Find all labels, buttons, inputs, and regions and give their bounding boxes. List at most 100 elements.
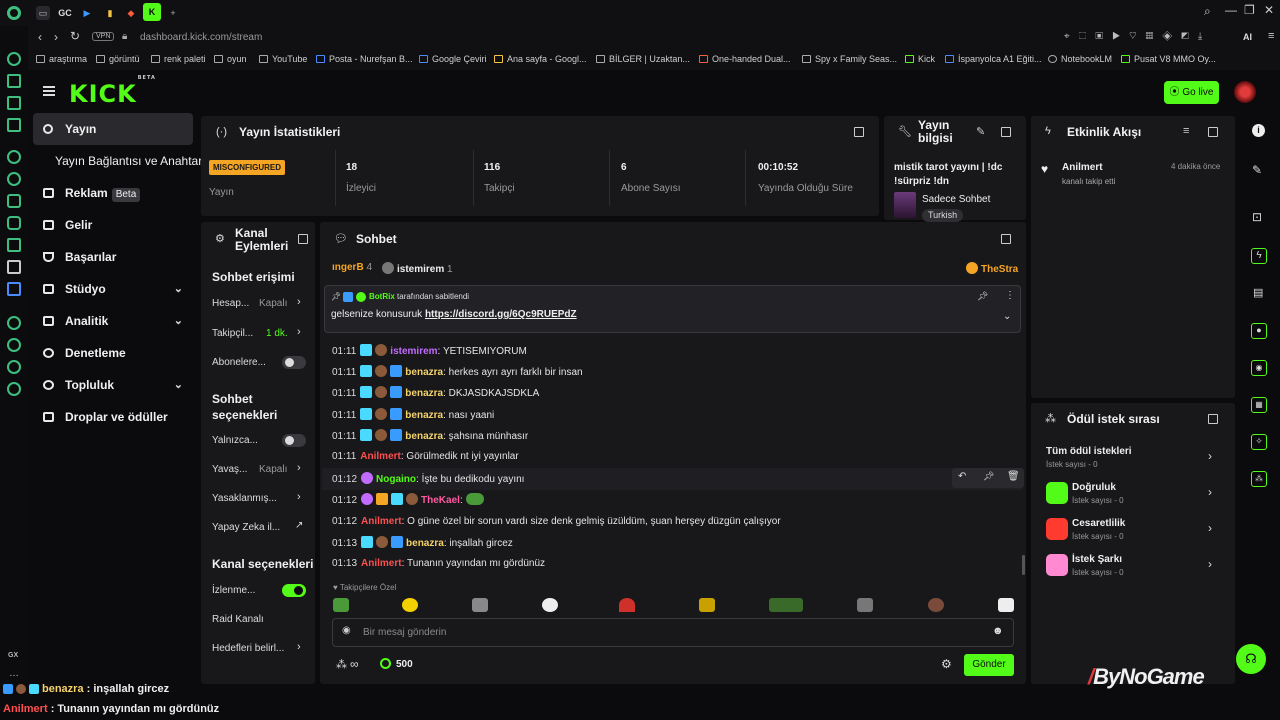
bookmark-item[interactable]: YouTube	[259, 54, 307, 64]
minimize-icon[interactable]: —	[1225, 3, 1237, 17]
bookmark-item[interactable]: Kick	[905, 54, 935, 64]
sidebar-m-icon[interactable]	[7, 118, 21, 132]
bookmark-item[interactable]: Spy x Family Seas...	[802, 54, 897, 64]
more-options-icon[interactable]: ⋮	[1005, 290, 1015, 301]
filter-icon[interactable]: ≡	[1183, 125, 1189, 137]
external-link-icon[interactable]: ↗	[295, 520, 303, 531]
account-age-setting[interactable]: Hesap... Kapalı	[212, 298, 287, 309]
emoji-icon[interactable]: ☻	[992, 625, 1004, 637]
chat-message[interactable]: 01:11 Anilmert: Görülmedik nt iyi yayınla…	[332, 450, 519, 464]
restore-icon[interactable]: ❐	[1244, 3, 1255, 17]
chevron-right-icon[interactable]: ›	[1208, 449, 1212, 463]
tab-gc[interactable]: GC	[57, 6, 73, 20]
discord-icon[interactable]	[7, 194, 21, 208]
chat-scrollbar[interactable]	[1022, 555, 1025, 575]
raid-action-icon[interactable]: ▦	[1251, 397, 1267, 413]
player-icon[interactable]	[7, 316, 21, 330]
chat-message[interactable]: 01:12 Nogaino: İşte bu dedikodu yayını	[332, 472, 524, 486]
forward-icon[interactable]: ›	[54, 30, 58, 44]
bookmark-item[interactable]: oyun	[214, 54, 247, 64]
chat-message[interactable]: 01:11 istemirem: YETISEMIYORUM	[332, 344, 527, 358]
menu-icon[interactable]: ≡	[1268, 30, 1274, 42]
chevron-right-icon[interactable]: ›	[297, 296, 301, 308]
new-tab-icon[interactable]: +	[166, 6, 180, 20]
bookmark-item[interactable]: BİLGER | Uzaktan...	[596, 54, 690, 64]
wrench-action-icon[interactable]: ✧	[1251, 434, 1267, 450]
pin-message-icon[interactable]: 📌︎	[983, 471, 994, 482]
search-icon[interactable]: ⌕	[1204, 4, 1211, 19]
emote[interactable]	[333, 598, 349, 612]
emote[interactable]	[472, 598, 488, 612]
emote[interactable]	[998, 598, 1014, 612]
sidebar-wallet-icon[interactable]	[7, 96, 21, 110]
tab-mail-icon[interactable]: ▭	[36, 6, 50, 20]
hamburger-menu-icon[interactable]	[43, 86, 55, 96]
ai-label[interactable]: AI	[1243, 32, 1252, 42]
popout-icon[interactable]	[1001, 127, 1011, 137]
note-icon[interactable]: ▤	[1253, 286, 1263, 299]
emote[interactable]	[857, 598, 873, 612]
nav-basarilar[interactable]: Başarılar	[33, 241, 193, 273]
back-icon[interactable]: ‹	[38, 30, 42, 44]
raid-channel-setting[interactable]: Raid Kanalı	[212, 614, 264, 625]
chat-message[interactable]: 01:12 Anilmert: O güne özel bir sorun var…	[332, 515, 781, 529]
delete-icon[interactable]: 🗑︎	[1007, 471, 1020, 482]
chevron-right-icon[interactable]: ›	[297, 462, 301, 474]
bookmark-item[interactable]: araştırma	[36, 54, 87, 64]
emote[interactable]	[542, 598, 558, 612]
nav-gelir[interactable]: Gelir	[33, 209, 193, 241]
avatar[interactable]	[1234, 81, 1256, 103]
edit-icon[interactable]: ✎	[976, 125, 985, 138]
popout-icon[interactable]	[1208, 127, 1218, 137]
chevron-right-icon[interactable]: ›	[1208, 557, 1212, 571]
chat-message[interactable]: 01:11 benazra: nası yaani	[332, 408, 494, 422]
bolt-action-icon[interactable]: ϟ	[1251, 248, 1267, 264]
send-button[interactable]: Gönder	[964, 654, 1014, 676]
extensions-icons[interactable]: ⌖⬚▣▶♡▦◈◩⤓	[1064, 31, 1211, 42]
reward-title[interactable]: Doğruluk	[1072, 482, 1116, 493]
watch-toggle[interactable]	[282, 584, 306, 597]
url-field[interactable]: dashboard.kick.com/stream	[140, 32, 262, 43]
reward-title[interactable]: Cesaretlilik	[1072, 518, 1125, 529]
chat-message[interactable]: 01:11 benazra: şahsına münhasır	[332, 429, 528, 443]
bookmark-item[interactable]: Pusat V8 MMO Oy...	[1121, 54, 1216, 64]
vpn-badge[interactable]: VPN	[92, 32, 115, 41]
chevron-down-icon[interactable]: ⌄	[1003, 311, 1011, 322]
bookmark-item[interactable]: görüntü	[96, 54, 140, 64]
tab-game-icon[interactable]: ◆	[124, 6, 138, 20]
bookmark-item[interactable]: Google Çeviri	[419, 54, 487, 64]
chat-message[interactable]: 01:13 Anilmert: Tunanın yayından mı gördü…	[332, 557, 545, 571]
go-live-button[interactable]: ⦿ Go live	[1164, 81, 1219, 104]
chat-message[interactable]: 01:11 benazra: herkes ayrı ayrı farklı bi…	[332, 365, 583, 379]
tiktok-icon[interactable]	[7, 238, 21, 252]
info-icon[interactable]: i	[1252, 124, 1265, 137]
popout-icon[interactable]	[854, 127, 864, 137]
close-window-icon[interactable]: ✕	[1264, 3, 1274, 17]
chat-message[interactable]: 01:12 TheKael:	[332, 493, 484, 507]
chevron-right-icon[interactable]: ›	[297, 326, 301, 338]
screenshot-icon[interactable]: ⊡	[1252, 210, 1262, 224]
users-icon[interactable]: ⁂	[336, 658, 347, 671]
opera-logo-icon[interactable]	[7, 6, 21, 20]
all-requests-item[interactable]: Tüm ödül istekleri	[1046, 446, 1132, 457]
history-icon[interactable]	[7, 338, 21, 352]
chat-message[interactable]: 01:13 benazra: inşallah gircez	[332, 536, 513, 550]
ai-moderation-setting[interactable]: Yapay Zeka il...	[212, 522, 280, 533]
goals-setting[interactable]: Hedefleri belirl...	[212, 643, 284, 654]
banned-words-setting[interactable]: Yasaklanmış...	[212, 493, 277, 504]
nav-droplar[interactable]: Droplar ve ödüller	[33, 401, 193, 433]
subscribers-only-toggle[interactable]	[282, 356, 306, 369]
chat-message[interactable]: 01:11 benazra: DKJASDKAJSDKLA	[332, 386, 539, 400]
tab-play-icon[interactable]: ▶	[80, 6, 94, 20]
reload-icon[interactable]: ↻	[70, 29, 80, 43]
chat-action-icon[interactable]: ●	[1251, 323, 1267, 339]
gx-label[interactable]: GX	[8, 652, 18, 659]
chevron-right-icon[interactable]: ›	[297, 641, 301, 653]
unpin-icon[interactable]: 📌︎	[977, 291, 988, 302]
bookmark-item[interactable]: NotebookLM	[1048, 54, 1112, 64]
bookmark-item[interactable]: One-handed Dual...	[699, 54, 791, 64]
sidebar-shop-icon[interactable]	[7, 74, 21, 88]
sidebar-speed-icon[interactable]	[7, 52, 21, 66]
followers-only-setting[interactable]: Takipçil... 1 dk.	[212, 328, 288, 339]
bookmark-item[interactable]: Posta - Nurefşan B...	[316, 54, 413, 64]
